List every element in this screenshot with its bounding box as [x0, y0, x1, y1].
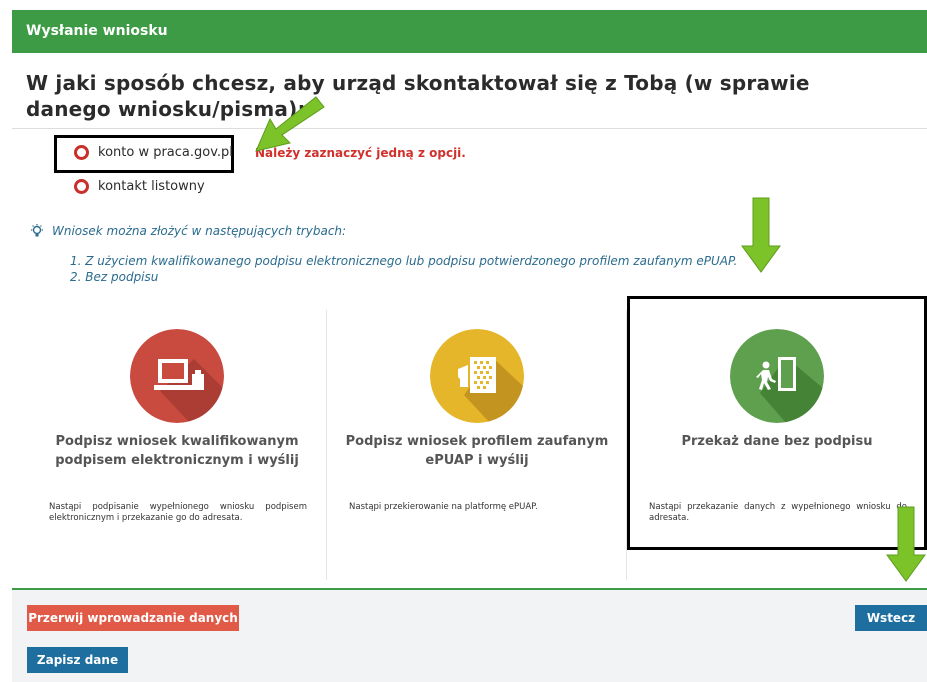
annotation-arrow-icon [255, 96, 325, 152]
radio-button[interactable] [74, 145, 89, 160]
save-data-button[interactable]: Zapisz dane [27, 647, 128, 673]
card-qualified-signature[interactable]: Podpisz wniosek kwalifikowanym podpisem … [27, 310, 327, 580]
card-epuap[interactable]: Podpisz wniosek profilem zaufanym ePUAP … [327, 310, 627, 580]
card-description: Nastąpi podpisanie wypełnionego wniosku … [49, 502, 307, 523]
annotation-arrow-icon [886, 506, 926, 582]
back-button[interactable]: Wstecz [855, 605, 927, 631]
footer-bar [12, 590, 927, 682]
radio-button[interactable] [74, 179, 89, 194]
cancel-entry-button[interactable]: Przerwij wprowadzanie danych [27, 605, 239, 631]
card-title: Podpisz wniosek kwalifikowanym podpisem … [55, 434, 299, 468]
radio-option-account[interactable]: konto w praca.gov.pl [74, 145, 233, 160]
info-heading: Wniosek można złożyć w następujących try… [30, 224, 346, 238]
annotation-arrow-icon [741, 197, 781, 273]
mode-item: 2. Bez podpisu [70, 270, 159, 284]
computer-card-reader-icon [130, 329, 224, 423]
info-heading-text: Wniosek można złożyć w następujących try… [52, 224, 347, 238]
card-title: Podpisz wniosek profilem zaufanym ePUAP … [345, 434, 609, 468]
divider [12, 128, 927, 129]
header-bar: Wysłanie wniosku [12, 10, 927, 53]
header-title: Wysłanie wniosku [26, 23, 168, 39]
epuap-profile-icon [430, 329, 524, 423]
annotation-highlight-card [627, 296, 927, 550]
radio-label: konto w praca.gov.pl [98, 145, 233, 160]
lightbulb-icon [31, 224, 43, 237]
mode-item: 1. Z użyciem kwalifikowanego podpisu ele… [70, 254, 738, 268]
radio-option-letter[interactable]: kontakt listowny [74, 179, 205, 194]
radio-label: kontakt listowny [98, 179, 205, 194]
contact-question: W jaki sposób chcesz, aby urząd skontakt… [26, 71, 810, 121]
card-description: Nastąpi przekierowanie na platformę ePUA… [349, 502, 538, 512]
